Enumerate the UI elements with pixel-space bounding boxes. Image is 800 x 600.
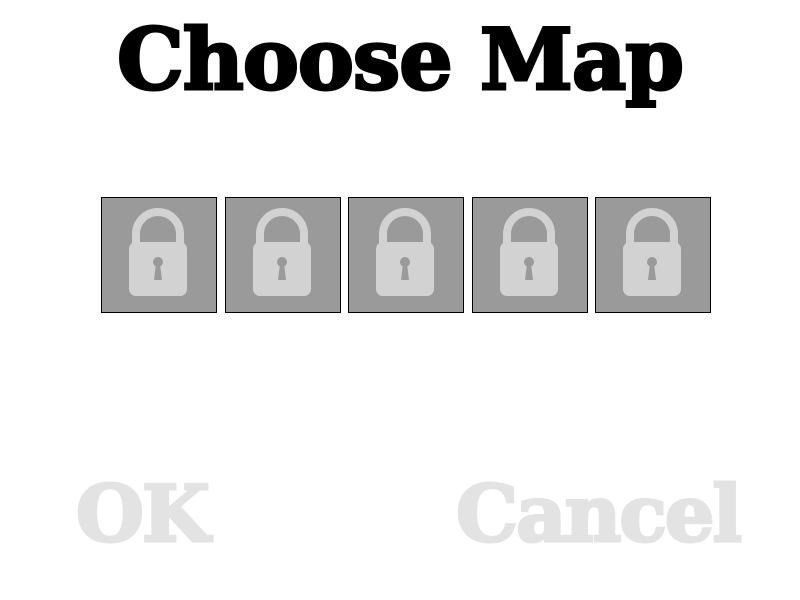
map-slot-2[interactable] — [225, 197, 341, 313]
lock-icon — [500, 208, 558, 296]
ok-button[interactable]: OK — [75, 468, 212, 561]
map-slot-1[interactable] — [101, 197, 217, 313]
lock-icon — [376, 208, 434, 296]
map-slot-5[interactable] — [595, 197, 711, 313]
cancel-button[interactable]: Cancel — [454, 468, 743, 561]
page-title: Choose Map — [115, 9, 685, 111]
map-slot-3[interactable] — [348, 197, 464, 313]
map-slot-4[interactable] — [472, 197, 588, 313]
lock-icon — [129, 208, 187, 296]
lock-icon — [623, 208, 681, 296]
lock-icon — [253, 208, 311, 296]
